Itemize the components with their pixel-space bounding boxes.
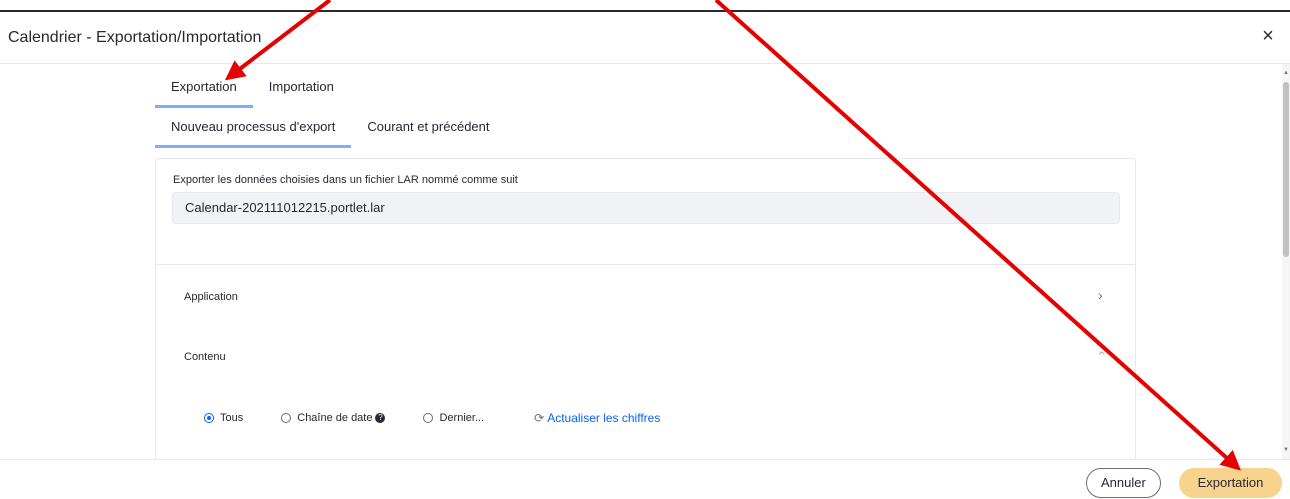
option-label: Tous — [220, 412, 244, 424]
export-button[interactable]: Exportation — [1179, 468, 1282, 498]
option-last[interactable]: Dernier... — [423, 412, 484, 424]
radio-tous[interactable] — [204, 413, 214, 423]
modal-header: Calendrier - Exportation/Importation × — [0, 12, 1290, 64]
chevron-collapse-icon[interactable]: › — [1092, 351, 1108, 356]
option-label: Chaîne de date — [297, 412, 373, 424]
export-filename-label: Exporter les données choisies dans un fi… — [173, 174, 518, 186]
chevron-right-icon[interactable]: › — [1098, 287, 1103, 303]
tab-importation[interactable]: Importation — [253, 68, 350, 106]
tab-current-and-previous[interactable]: Courant et précédent — [351, 108, 505, 146]
help-icon[interactable]: ? — [375, 413, 386, 423]
vertical-scrollbar[interactable]: ▲ ▼ — [1282, 64, 1290, 459]
panel-divider — [156, 264, 1135, 265]
refresh-label: Actualiser les chiffres — [547, 411, 661, 425]
refresh-counts-link[interactable]: ⟳ Actualiser les chiffres — [534, 411, 660, 425]
option-date-range[interactable]: Chaîne de date ? — [281, 412, 386, 424]
section-application[interactable]: Application — [184, 291, 238, 303]
tab-new-export-process[interactable]: Nouveau processus d'export — [155, 108, 352, 148]
radio-date-range[interactable] — [281, 413, 292, 423]
close-icon[interactable]: × — [1258, 26, 1278, 46]
modal-title: Calendrier - Exportation/Importation — [8, 29, 262, 46]
secondary-tabs: Nouveau processus d'export Courant et pr… — [155, 108, 506, 148]
scroll-up-icon[interactable]: ▲ — [1283, 70, 1289, 76]
section-contenu[interactable]: Contenu — [184, 351, 226, 363]
option-tous[interactable]: Tous — [204, 412, 243, 424]
primary-tabs: Exportation Importation — [155, 68, 350, 108]
tab-exportation[interactable]: Exportation — [155, 68, 253, 108]
option-label: Dernier... — [439, 412, 485, 424]
export-filename-field[interactable]: Calendar-202111012215.portlet.lar — [172, 192, 1120, 224]
modal-footer: Annuler Exportation — [0, 459, 1290, 499]
modal-body: Exportation Importation Nouveau processu… — [0, 64, 1290, 459]
scroll-down-icon[interactable]: ▼ — [1283, 447, 1289, 453]
scroll-thumb[interactable] — [1283, 82, 1289, 257]
refresh-icon: ⟳ — [534, 411, 545, 425]
export-panel: Exporter les données choisies dans un fi… — [155, 158, 1136, 459]
cancel-button[interactable]: Annuler — [1086, 468, 1161, 498]
radio-last[interactable] — [423, 413, 434, 423]
range-options: Tous Chaîne de date ? Dernier... ⟳ Actua… — [204, 411, 660, 425]
